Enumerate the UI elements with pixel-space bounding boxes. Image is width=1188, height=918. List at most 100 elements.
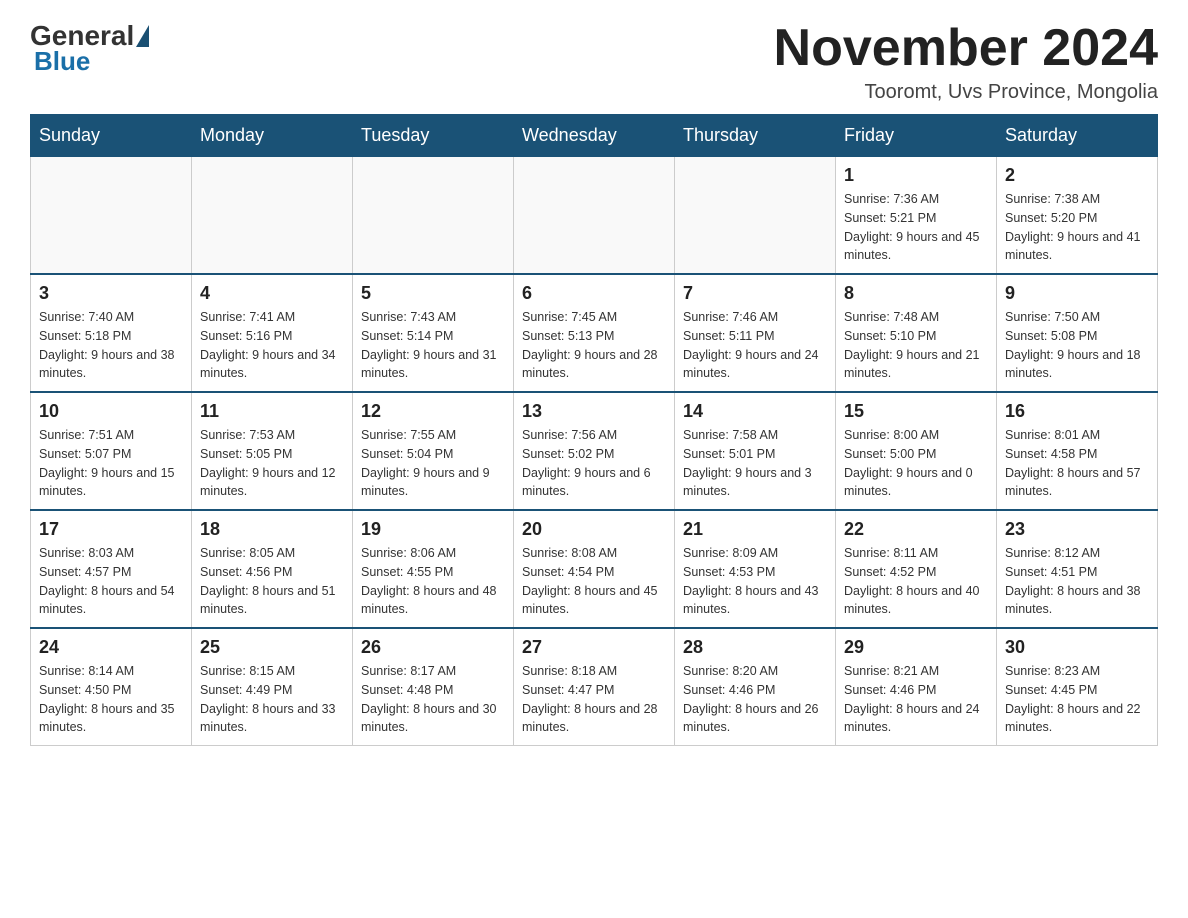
day-number: 1 bbox=[844, 165, 988, 186]
day-number: 11 bbox=[200, 401, 344, 422]
calendar-day: 15Sunrise: 8:00 AMSunset: 5:00 PMDayligh… bbox=[836, 392, 997, 510]
day-number: 14 bbox=[683, 401, 827, 422]
weekday-header-row: Sunday Monday Tuesday Wednesday Thursday… bbox=[31, 115, 1158, 157]
calendar-table: Sunday Monday Tuesday Wednesday Thursday… bbox=[30, 114, 1158, 746]
page-header: General Blue November 2024 Tooromt, Uvs … bbox=[30, 20, 1158, 104]
calendar-week-row: 1 Sunrise: 7:36 AMSunset: 5:21 PMDaylight… bbox=[31, 157, 1158, 275]
header-wednesday: Wednesday bbox=[514, 115, 675, 157]
calendar-day: 8Sunrise: 7:48 AMSunset: 5:10 PMDaylight… bbox=[836, 274, 997, 392]
calendar-day bbox=[514, 157, 675, 275]
day-number: 22 bbox=[844, 519, 988, 540]
day-number: 26 bbox=[361, 637, 505, 658]
day-number: 12 bbox=[361, 401, 505, 422]
day-info: Sunrise: 7:53 AMSunset: 5:05 PMDaylight:… bbox=[200, 426, 344, 501]
logo-blue-text: Blue bbox=[30, 46, 151, 77]
calendar-day: 24Sunrise: 8:14 AMSunset: 4:50 PMDayligh… bbox=[31, 628, 192, 746]
day-info: Sunrise: 8:15 AMSunset: 4:49 PMDaylight:… bbox=[200, 662, 344, 737]
calendar-day: 21Sunrise: 8:09 AMSunset: 4:53 PMDayligh… bbox=[675, 510, 836, 628]
day-number: 13 bbox=[522, 401, 666, 422]
day-info: Sunrise: 7:45 AMSunset: 5:13 PMDaylight:… bbox=[522, 308, 666, 383]
day-info: Sunrise: 8:03 AMSunset: 4:57 PMDaylight:… bbox=[39, 544, 183, 619]
day-info: Sunrise: 8:01 AMSunset: 4:58 PMDaylight:… bbox=[1005, 426, 1149, 501]
day-info: Sunrise: 8:18 AMSunset: 4:47 PMDaylight:… bbox=[522, 662, 666, 737]
day-number: 16 bbox=[1005, 401, 1149, 422]
day-info: Sunrise: 8:17 AMSunset: 4:48 PMDaylight:… bbox=[361, 662, 505, 737]
calendar-day: 14 Sunrise: 7:58 AMSunset: 5:01 PMDayligh… bbox=[675, 392, 836, 510]
calendar-day: 19 Sunrise: 8:06 AMSunset: 4:55 PMDayligh… bbox=[353, 510, 514, 628]
calendar-day: 12 Sunrise: 7:55 AMSunset: 5:04 PMDayligh… bbox=[353, 392, 514, 510]
day-info: Sunrise: 7:55 AMSunset: 5:04 PMDaylight:… bbox=[361, 426, 505, 501]
calendar-day: 16 Sunrise: 8:01 AMSunset: 4:58 PMDayligh… bbox=[997, 392, 1158, 510]
day-info: Sunrise: 8:05 AMSunset: 4:56 PMDaylight:… bbox=[200, 544, 344, 619]
day-info: Sunrise: 8:12 AMSunset: 4:51 PMDaylight:… bbox=[1005, 544, 1149, 619]
logo-triangle-icon bbox=[136, 25, 149, 47]
day-info: Sunrise: 8:21 AMSunset: 4:46 PMDaylight:… bbox=[844, 662, 988, 737]
header-thursday: Thursday bbox=[675, 115, 836, 157]
day-info: Sunrise: 7:40 AMSunset: 5:18 PMDaylight:… bbox=[39, 308, 183, 383]
day-number: 27 bbox=[522, 637, 666, 658]
calendar-week-row: 17 Sunrise: 8:03 AMSunset: 4:57 PMDayligh… bbox=[31, 510, 1158, 628]
calendar-day: 26 Sunrise: 8:17 AMSunset: 4:48 PMDayligh… bbox=[353, 628, 514, 746]
day-number: 6 bbox=[522, 283, 666, 304]
calendar-day: 30Sunrise: 8:23 AMSunset: 4:45 PMDayligh… bbox=[997, 628, 1158, 746]
day-info: Sunrise: 7:50 AMSunset: 5:08 PMDaylight:… bbox=[1005, 308, 1149, 383]
calendar-day: 9 Sunrise: 7:50 AMSunset: 5:08 PMDaylight… bbox=[997, 274, 1158, 392]
day-number: 17 bbox=[39, 519, 183, 540]
header-monday: Monday bbox=[192, 115, 353, 157]
calendar-day: 29Sunrise: 8:21 AMSunset: 4:46 PMDayligh… bbox=[836, 628, 997, 746]
day-number: 8 bbox=[844, 283, 988, 304]
month-title: November 2024 bbox=[774, 20, 1158, 77]
calendar-week-row: 24Sunrise: 8:14 AMSunset: 4:50 PMDayligh… bbox=[31, 628, 1158, 746]
calendar-day: 6 Sunrise: 7:45 AMSunset: 5:13 PMDaylight… bbox=[514, 274, 675, 392]
title-section: November 2024 Tooromt, Uvs Province, Mon… bbox=[774, 20, 1158, 104]
day-info: Sunrise: 7:36 AMSunset: 5:21 PMDaylight:… bbox=[844, 190, 988, 265]
day-info: Sunrise: 7:41 AMSunset: 5:16 PMDaylight:… bbox=[200, 308, 344, 383]
calendar-day: 27 Sunrise: 8:18 AMSunset: 4:47 PMDayligh… bbox=[514, 628, 675, 746]
day-number: 5 bbox=[361, 283, 505, 304]
header-saturday: Saturday bbox=[997, 115, 1158, 157]
calendar-day: 25 Sunrise: 8:15 AMSunset: 4:49 PMDayligh… bbox=[192, 628, 353, 746]
day-info: Sunrise: 8:06 AMSunset: 4:55 PMDaylight:… bbox=[361, 544, 505, 619]
day-info: Sunrise: 8:00 AMSunset: 5:00 PMDaylight:… bbox=[844, 426, 988, 501]
day-number: 3 bbox=[39, 283, 183, 304]
day-info: Sunrise: 8:08 AMSunset: 4:54 PMDaylight:… bbox=[522, 544, 666, 619]
calendar-day: 10 Sunrise: 7:51 AMSunset: 5:07 PMDayligh… bbox=[31, 392, 192, 510]
calendar-day: 18 Sunrise: 8:05 AMSunset: 4:56 PMDayligh… bbox=[192, 510, 353, 628]
day-number: 25 bbox=[200, 637, 344, 658]
day-number: 4 bbox=[200, 283, 344, 304]
day-info: Sunrise: 7:56 AMSunset: 5:02 PMDaylight:… bbox=[522, 426, 666, 501]
calendar-day: 20 Sunrise: 8:08 AMSunset: 4:54 PMDayligh… bbox=[514, 510, 675, 628]
calendar-week-row: 3 Sunrise: 7:40 AMSunset: 5:18 PMDaylight… bbox=[31, 274, 1158, 392]
day-number: 9 bbox=[1005, 283, 1149, 304]
day-number: 19 bbox=[361, 519, 505, 540]
day-number: 7 bbox=[683, 283, 827, 304]
calendar-day: 5 Sunrise: 7:43 AMSunset: 5:14 PMDaylight… bbox=[353, 274, 514, 392]
day-number: 23 bbox=[1005, 519, 1149, 540]
calendar-day bbox=[353, 157, 514, 275]
day-info: Sunrise: 8:09 AMSunset: 4:53 PMDaylight:… bbox=[683, 544, 827, 619]
calendar-day: 11 Sunrise: 7:53 AMSunset: 5:05 PMDayligh… bbox=[192, 392, 353, 510]
calendar-day: 7 Sunrise: 7:46 AMSunset: 5:11 PMDaylight… bbox=[675, 274, 836, 392]
calendar-day: 2Sunrise: 7:38 AMSunset: 5:20 PMDaylight… bbox=[997, 157, 1158, 275]
day-info: Sunrise: 7:58 AMSunset: 5:01 PMDaylight:… bbox=[683, 426, 827, 501]
calendar-week-row: 10 Sunrise: 7:51 AMSunset: 5:07 PMDayligh… bbox=[31, 392, 1158, 510]
calendar-day: 28 Sunrise: 8:20 AMSunset: 4:46 PMDayligh… bbox=[675, 628, 836, 746]
day-number: 18 bbox=[200, 519, 344, 540]
day-info: Sunrise: 7:51 AMSunset: 5:07 PMDaylight:… bbox=[39, 426, 183, 501]
day-info: Sunrise: 7:43 AMSunset: 5:14 PMDaylight:… bbox=[361, 308, 505, 383]
calendar-day bbox=[31, 157, 192, 275]
header-tuesday: Tuesday bbox=[353, 115, 514, 157]
day-number: 28 bbox=[683, 637, 827, 658]
day-info: Sunrise: 8:11 AMSunset: 4:52 PMDaylight:… bbox=[844, 544, 988, 619]
location-text: Tooromt, Uvs Province, Mongolia bbox=[774, 81, 1158, 104]
logo: General Blue bbox=[30, 20, 151, 77]
day-info: Sunrise: 8:23 AMSunset: 4:45 PMDaylight:… bbox=[1005, 662, 1149, 737]
day-number: 10 bbox=[39, 401, 183, 422]
day-number: 20 bbox=[522, 519, 666, 540]
day-number: 24 bbox=[39, 637, 183, 658]
day-info: Sunrise: 8:20 AMSunset: 4:46 PMDaylight:… bbox=[683, 662, 827, 737]
day-info: Sunrise: 7:46 AMSunset: 5:11 PMDaylight:… bbox=[683, 308, 827, 383]
calendar-day: 23 Sunrise: 8:12 AMSunset: 4:51 PMDayligh… bbox=[997, 510, 1158, 628]
calendar-day: 13 Sunrise: 7:56 AMSunset: 5:02 PMDayligh… bbox=[514, 392, 675, 510]
calendar-day: 4 Sunrise: 7:41 AMSunset: 5:16 PMDaylight… bbox=[192, 274, 353, 392]
